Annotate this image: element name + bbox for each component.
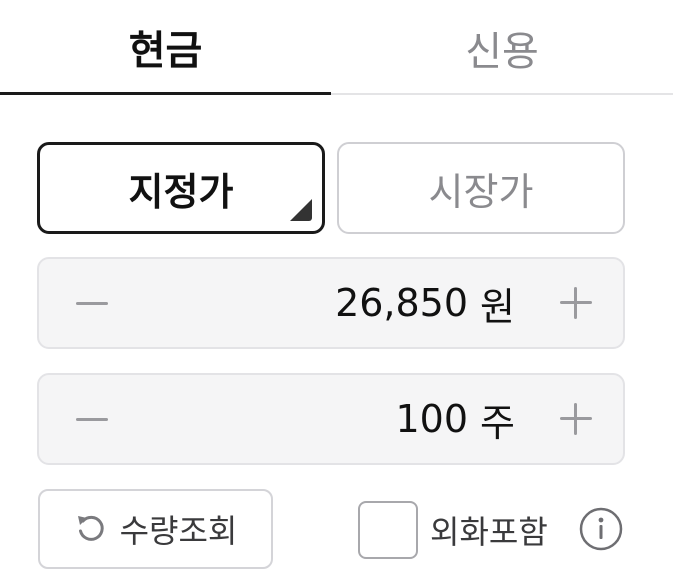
market-order-label: 시장가	[428, 169, 534, 214]
limit-order-button[interactable]: 지정가	[37, 142, 325, 234]
quantity-stepper: 100 주	[37, 373, 625, 465]
plus-icon	[560, 403, 592, 435]
quantity-amount: 100	[395, 397, 469, 441]
price-stepper: 26,850 원	[37, 257, 625, 349]
plus-icon	[560, 287, 592, 319]
dropdown-corner-icon	[290, 199, 312, 221]
price-value[interactable]: 26,850 원	[335, 259, 515, 347]
minus-icon	[76, 417, 108, 421]
tab-credit[interactable]: 신용	[331, 0, 673, 95]
quantity-lookup-label: 수량조회	[119, 512, 238, 550]
quantity-unit: 주	[480, 400, 515, 445]
price-decrease-button[interactable]	[47, 259, 137, 347]
tab-cash[interactable]: 현금	[0, 0, 331, 95]
info-icon[interactable]	[578, 506, 624, 552]
limit-order-label: 지정가	[128, 169, 234, 214]
quantity-lookup-button[interactable]: 수량조회	[38, 489, 273, 569]
refresh-icon	[74, 512, 108, 546]
price-amount: 26,850	[335, 281, 469, 325]
price-unit: 원	[480, 284, 515, 329]
quantity-increase-button[interactable]	[531, 375, 621, 463]
price-increase-button[interactable]	[531, 259, 621, 347]
include-fx-label[interactable]: 외화포함	[430, 501, 548, 559]
include-fx-checkbox[interactable]	[358, 501, 418, 559]
quantity-value[interactable]: 100 주	[396, 375, 516, 463]
account-tabs: 현금 신용	[0, 0, 673, 96]
minus-icon	[76, 301, 108, 305]
market-order-button[interactable]: 시장가	[337, 142, 625, 234]
quantity-decrease-button[interactable]	[47, 375, 137, 463]
